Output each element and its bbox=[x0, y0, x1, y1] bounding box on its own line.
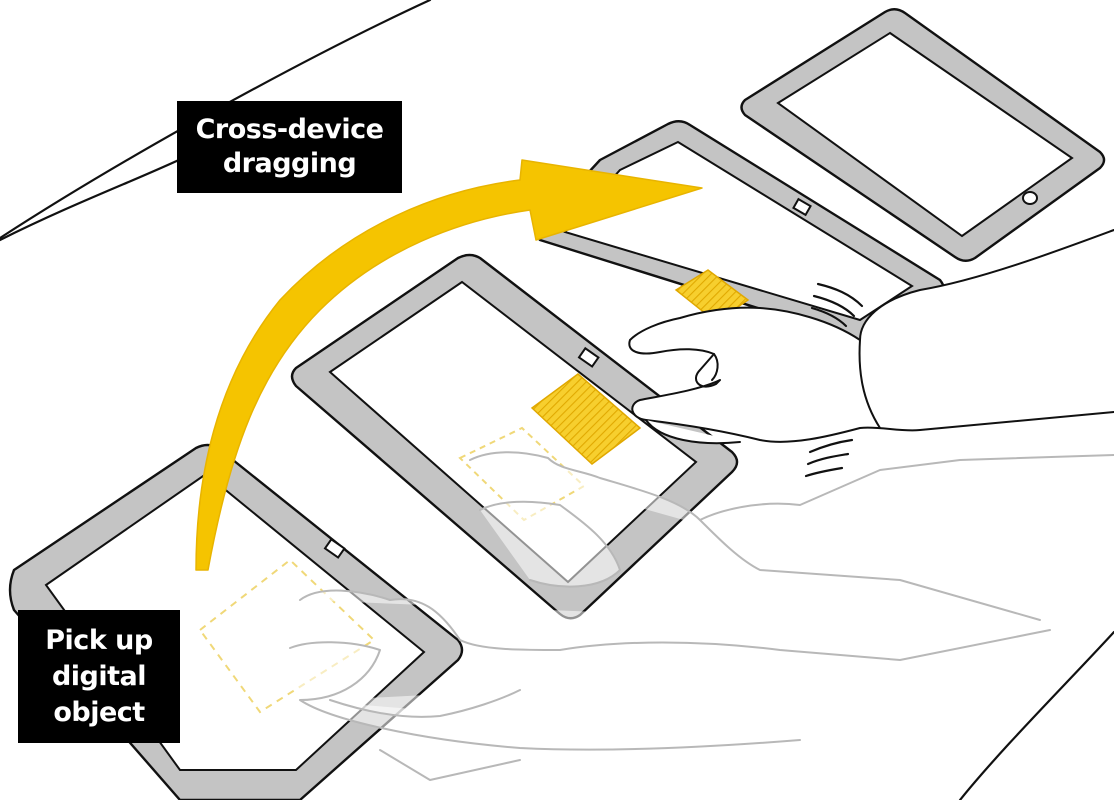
cross-device-label-line1: Cross-device bbox=[195, 114, 384, 145]
pick-up-label-line2: digital bbox=[51, 660, 147, 692]
home-button-icon bbox=[1022, 191, 1038, 205]
pick-up-label-line1: Pick up bbox=[45, 624, 153, 656]
cross-device-dragging-label: Cross-device dragging bbox=[177, 101, 402, 193]
pick-up-digital-object-label: Pick up digital object bbox=[18, 610, 180, 743]
pick-up-label-line3: object bbox=[53, 696, 145, 728]
cross-device-label-line2: dragging bbox=[222, 148, 357, 179]
